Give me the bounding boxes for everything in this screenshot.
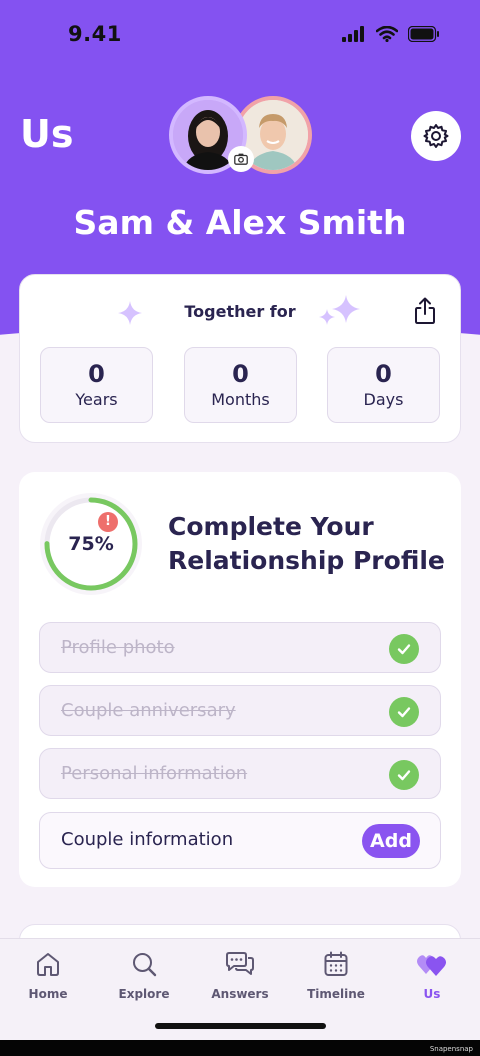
stat-days-value: 0 bbox=[375, 360, 392, 388]
together-card: Together for 0 Years 0 Months 0 Days bbox=[19, 274, 461, 443]
share-icon bbox=[415, 297, 435, 324]
task-couple-anniversary[interactable]: Couple anniversary bbox=[39, 685, 441, 736]
status-time: 9.41 bbox=[68, 22, 122, 46]
tab-answers[interactable]: Answers bbox=[192, 949, 288, 1001]
signal-icon bbox=[342, 26, 364, 42]
footer-strip bbox=[0, 1040, 480, 1056]
progress-percent: 75% bbox=[68, 533, 114, 555]
stat-months: 0 Months bbox=[184, 347, 297, 423]
stat-years-label: Years bbox=[75, 390, 118, 409]
home-indicator bbox=[155, 1023, 326, 1029]
stat-years-value: 0 bbox=[88, 360, 105, 388]
hearts-icon bbox=[417, 955, 446, 976]
check-icon bbox=[389, 760, 419, 790]
settings-button[interactable] bbox=[411, 111, 461, 161]
stat-days: 0 Days bbox=[327, 347, 440, 423]
status-icons bbox=[342, 26, 440, 42]
tab-label: Home bbox=[28, 987, 68, 1001]
task-profile-photo[interactable]: Profile photo bbox=[39, 622, 441, 673]
wifi-icon bbox=[376, 26, 398, 42]
add-button[interactable]: Add bbox=[362, 824, 420, 858]
profile-completion-card: 75% ! Complete Your Relationship Profile… bbox=[19, 472, 461, 887]
tab-explore[interactable]: Explore bbox=[96, 949, 192, 1001]
status-bar: 9.41 bbox=[0, 0, 480, 70]
stat-days-label: Days bbox=[363, 390, 404, 409]
home-icon bbox=[37, 953, 59, 976]
couple-name: Sam & Alex Smith bbox=[73, 203, 407, 242]
tab-label: Timeline bbox=[307, 987, 365, 1001]
stat-years: 0 Years bbox=[40, 347, 153, 423]
task-label: Personal information bbox=[61, 763, 248, 784]
tab-timeline[interactable]: Timeline bbox=[288, 949, 384, 1001]
tab-label: Explore bbox=[118, 987, 170, 1001]
tab-label: Answers bbox=[211, 987, 269, 1001]
chat-bubbles-icon bbox=[226, 952, 254, 975]
task-label: Couple anniversary bbox=[61, 700, 236, 721]
stat-months-value: 0 bbox=[232, 360, 249, 388]
tab-us[interactable]: Us bbox=[384, 949, 480, 1001]
profile-title: Complete Your Relationship Profile bbox=[168, 512, 445, 575]
stat-months-label: Months bbox=[211, 390, 270, 409]
task-couple-information[interactable]: Couple information Add bbox=[39, 812, 441, 869]
search-icon bbox=[133, 953, 157, 977]
share-button[interactable] bbox=[412, 297, 438, 325]
task-personal-information[interactable]: Personal information bbox=[39, 748, 441, 799]
page-title: Us bbox=[20, 112, 74, 156]
tab-label: Us bbox=[423, 987, 441, 1001]
task-label: Couple information bbox=[61, 829, 234, 850]
alert-icon: ! bbox=[98, 512, 118, 532]
camera-icon bbox=[234, 153, 248, 165]
check-icon bbox=[389, 634, 419, 664]
watermark: Snapensnap bbox=[429, 1045, 473, 1053]
change-photo-button[interactable] bbox=[228, 146, 254, 172]
task-label: Profile photo bbox=[61, 637, 175, 658]
sparkles-icon bbox=[319, 295, 360, 325]
tab-home[interactable]: Home bbox=[0, 949, 96, 1001]
check-icon bbox=[389, 697, 419, 727]
calendar-icon bbox=[324, 951, 348, 976]
together-label: Together for bbox=[184, 302, 296, 321]
gear-icon bbox=[423, 124, 449, 148]
battery-icon bbox=[408, 26, 439, 42]
